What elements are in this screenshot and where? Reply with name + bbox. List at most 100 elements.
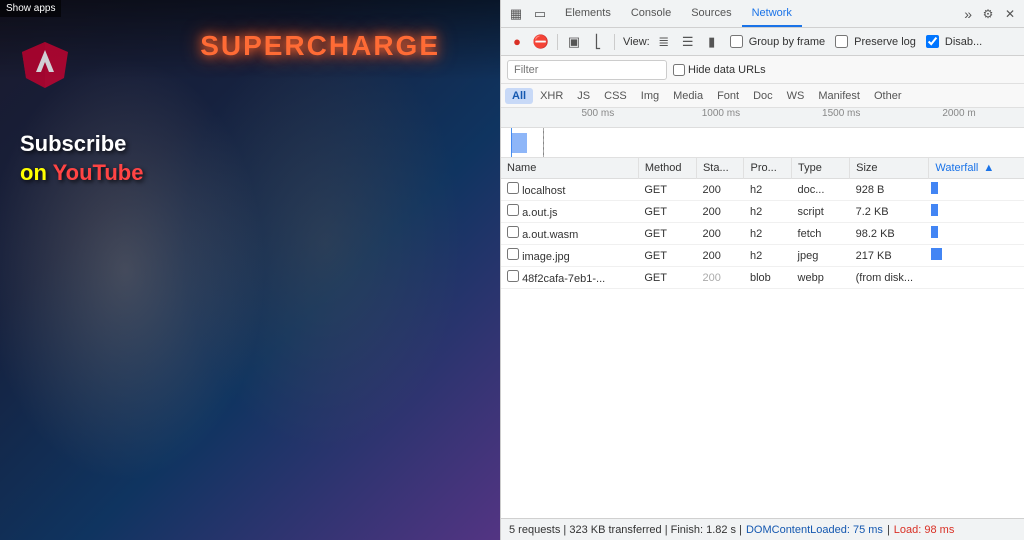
- network-table: Name Method Sta... Pro... Type Size Wate…: [501, 158, 1024, 518]
- settings-icon[interactable]: ⚙: [978, 4, 998, 24]
- row-type: script: [792, 201, 850, 223]
- row-name-imagejpg: image.jpg: [501, 245, 638, 267]
- waterfall-label: Waterfall: [935, 162, 978, 174]
- table-row[interactable]: a.out.wasm GET 200 h2 fetch 98.2 KB: [501, 223, 1024, 245]
- row-waterfall: [929, 179, 1024, 201]
- tab-elements[interactable]: Elements: [555, 0, 621, 27]
- timeline-mark-500: 500 ms: [579, 108, 614, 119]
- subscribe-on: on: [20, 160, 47, 185]
- more-tabs-button[interactable]: »: [958, 6, 978, 22]
- waterfall-bar: [931, 248, 942, 260]
- sort-arrow-icon: ▲: [983, 162, 994, 174]
- row-name-aoutjs: a.out.js: [501, 201, 638, 223]
- row-size: (from disk...: [850, 267, 929, 289]
- row-method: GET: [638, 223, 696, 245]
- status-separator: |: [887, 524, 890, 536]
- table-row[interactable]: image.jpg GET 200 h2 jpeg 217 KB: [501, 245, 1024, 267]
- col-header-method[interactable]: Method: [638, 158, 696, 179]
- row-status: 200: [696, 223, 744, 245]
- timeline-ruler: 500 ms 1000 ms 1500 ms 2000 m: [501, 108, 1024, 128]
- row-protocol: h2: [744, 223, 792, 245]
- view-group-button[interactable]: ☰: [678, 32, 698, 52]
- inspect-icon[interactable]: ▦: [505, 3, 527, 25]
- col-header-size[interactable]: Size: [850, 158, 929, 179]
- waterfall-bar: [931, 226, 939, 238]
- requests-table: Name Method Sta... Pro... Type Size Wate…: [501, 158, 1024, 289]
- timeline-mark-1000: 1000 ms: [700, 108, 740, 119]
- devtools-tab-icons: ▦ ▭: [505, 3, 551, 25]
- row-name-blob: 48f2cafa-7eb1-...: [501, 267, 638, 289]
- devtools-panel: ▦ ▭ Elements Console Sources Network » ⚙…: [500, 0, 1024, 540]
- row-checkbox[interactable]: [507, 182, 519, 194]
- view-large-button[interactable]: ▮: [702, 32, 722, 52]
- show-apps-button[interactable]: Show apps: [0, 0, 61, 17]
- group-by-frame-label: Group by frame: [749, 36, 825, 48]
- col-header-type[interactable]: Type: [792, 158, 850, 179]
- preserve-log-label: Preserve log: [854, 36, 916, 48]
- type-btn-font[interactable]: Font: [710, 88, 746, 104]
- devtools-tab-bar: ▦ ▭ Elements Console Sources Network » ⚙…: [501, 0, 1024, 28]
- row-type: webp: [792, 267, 850, 289]
- network-filter-row: Hide data URLs: [501, 56, 1024, 84]
- row-status: 200: [696, 179, 744, 201]
- device-icon[interactable]: ▭: [529, 3, 551, 25]
- type-btn-css[interactable]: CSS: [597, 88, 634, 104]
- view-list-button[interactable]: ≣: [654, 32, 674, 52]
- type-btn-xhr[interactable]: XHR: [533, 88, 570, 104]
- group-by-frame-checkbox[interactable]: [730, 35, 743, 48]
- row-size: 928 B: [850, 179, 929, 201]
- row-checkbox[interactable]: [507, 248, 519, 260]
- type-btn-manifest[interactable]: Manifest: [811, 88, 867, 104]
- row-checkbox[interactable]: [507, 226, 519, 238]
- table-row[interactable]: localhost GET 200 h2 doc... 928 B: [501, 179, 1024, 201]
- load-label: Load: 98 ms: [894, 524, 955, 536]
- row-type: fetch: [792, 223, 850, 245]
- status-text: 5 requests | 323 KB transferred | Finish…: [509, 524, 742, 536]
- timeline-mark-2000: 2000 m: [940, 108, 975, 119]
- row-status: 200: [696, 201, 744, 223]
- row-type: doc...: [792, 179, 850, 201]
- domcontent-loaded-label: DOMContentLoaded: 75 ms: [746, 524, 883, 536]
- col-header-name[interactable]: Name: [501, 158, 638, 179]
- tab-network[interactable]: Network: [742, 0, 802, 27]
- type-btn-js[interactable]: JS: [570, 88, 597, 104]
- row-waterfall: [929, 201, 1024, 223]
- row-name-text: a.out.js: [522, 207, 557, 219]
- row-checkbox[interactable]: [507, 204, 519, 216]
- row-checkbox[interactable]: [507, 270, 519, 282]
- disable-cache-checkbox[interactable]: [926, 35, 939, 48]
- record-button[interactable]: ●: [507, 32, 527, 52]
- type-btn-media[interactable]: Media: [666, 88, 710, 104]
- row-method: GET: [638, 267, 696, 289]
- disable-cache-label: Disab...: [945, 36, 982, 48]
- neon-sign: SUPERCHARGE: [200, 30, 440, 62]
- type-btn-img[interactable]: Img: [634, 88, 666, 104]
- hide-data-urls-checkbox[interactable]: [673, 64, 685, 76]
- screenshot-button[interactable]: ▣: [564, 32, 584, 52]
- tab-console[interactable]: Console: [621, 0, 681, 27]
- type-btn-ws[interactable]: WS: [780, 88, 812, 104]
- col-header-status[interactable]: Sta...: [696, 158, 744, 179]
- timeline-area: 500 ms 1000 ms 1500 ms 2000 m: [501, 108, 1024, 158]
- type-btn-other[interactable]: Other: [867, 88, 909, 104]
- tab-sources[interactable]: Sources: [681, 0, 741, 27]
- table-row[interactable]: 48f2cafa-7eb1-... GET 200 blob webp (fro…: [501, 267, 1024, 289]
- row-protocol: h2: [744, 201, 792, 223]
- table-row[interactable]: a.out.js GET 200 h2 script 7.2 KB: [501, 201, 1024, 223]
- row-size: 98.2 KB: [850, 223, 929, 245]
- filter-input[interactable]: [507, 60, 667, 80]
- type-btn-doc[interactable]: Doc: [746, 88, 780, 104]
- close-icon[interactable]: ✕: [1000, 4, 1020, 24]
- col-header-waterfall[interactable]: Waterfall ▲: [929, 158, 1024, 179]
- type-btn-all[interactable]: All: [505, 88, 533, 104]
- row-name-text: image.jpg: [522, 251, 570, 263]
- window-buttons: ⚙ ✕: [978, 4, 1020, 24]
- status-bar: 5 requests | 323 KB transferred | Finish…: [501, 518, 1024, 540]
- preserve-log-checkbox[interactable]: [835, 35, 848, 48]
- subscribe-line1: Subscribe: [20, 131, 126, 156]
- col-header-protocol[interactable]: Pro...: [744, 158, 792, 179]
- clear-button[interactable]: ⛔: [531, 32, 551, 52]
- filter-button[interactable]: ⎣: [588, 32, 608, 52]
- timeline-mark-1500: 1500 ms: [820, 108, 860, 119]
- table-header-row: Name Method Sta... Pro... Type Size Wate…: [501, 158, 1024, 179]
